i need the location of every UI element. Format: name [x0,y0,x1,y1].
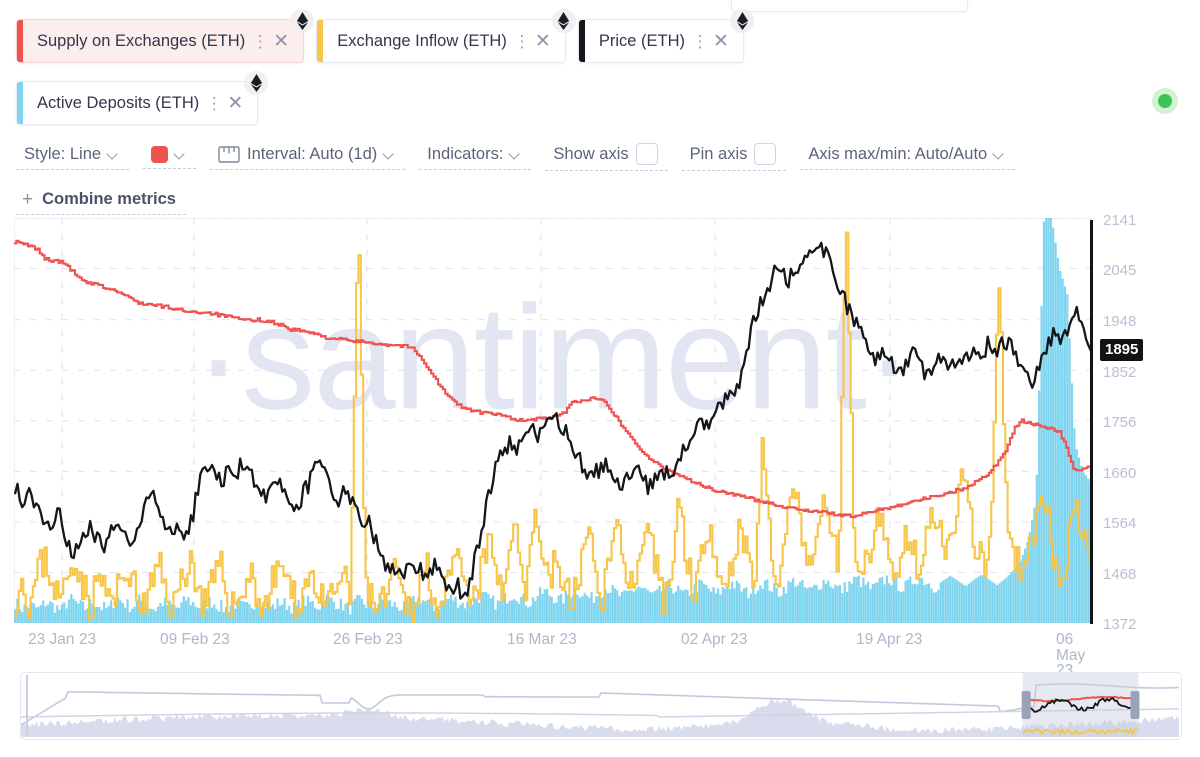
kebab-menu-icon[interactable]: ⋮ [251,33,269,50]
y-axis-tick: 2045 [1103,262,1137,280]
kebab-menu-icon[interactable]: ⋮ [691,33,709,50]
interval-selector[interactable]: Interval: Auto (1d) [210,142,406,170]
metric-chip-label: Active Deposits (ETH) [37,93,200,112]
y-axis-tick: 2141 [1103,212,1137,229]
chevron-down-icon [108,149,119,160]
range-navigator[interactable] [20,672,1182,740]
indicators-label: Indicators: [427,144,504,163]
y-axis-tick: 1948 [1103,313,1137,331]
ethereum-icon [730,9,755,33]
show-axis-label: Show axis [553,144,629,163]
axis-minmax-selector[interactable]: Axis max/min: Auto/Auto [800,142,1016,170]
axis-minmax-label: Axis max/min: Auto/Auto [808,144,988,163]
y-axis-tick: 1852 [1103,363,1137,381]
pin-axis-label: Pin axis [689,144,748,163]
close-icon[interactable]: ✕ [531,32,555,51]
metric-chip-label: Price (ETH) [598,31,686,50]
metric-chip-row-2: Active Deposits (ETH) ⋮ ✕ [0,63,1200,125]
chart-plot-area[interactable]: ·santiment· [14,218,1092,623]
y-axis-tick: 1564 [1103,515,1137,533]
y-axis-tick: 1468 [1103,565,1137,583]
metric-chip-exchange-inflow[interactable]: Exchange Inflow (ETH) ⋮ ✕ [316,9,576,63]
combine-metrics-label: Combine metrics [42,190,176,208]
navigator-svg [21,673,1180,737]
metric-chip-supply-on-exchanges[interactable]: Supply on Exchanges (ETH) ⋮ ✕ [16,9,315,63]
style-label: Style: Line [24,144,102,163]
x-axis-tick: 26 Feb 23 [333,631,403,648]
y-axis-line [1090,220,1093,624]
navigator-history-area [21,698,1179,737]
color-swatch [151,145,169,163]
nav-left-handle[interactable] [1021,691,1031,719]
x-axis-tick: 16 Mar 23 [507,631,577,648]
metric-chip-bar: Supply on Exchanges (ETH) ⋮ ✕ Exchange I… [0,0,1200,125]
ethereum-icon [244,71,269,95]
y-axis-tick: 1756 [1103,414,1137,432]
chevron-down-icon [175,149,186,160]
y-axis-current-value: 1895 [1100,339,1144,362]
metric-chip-label: Exchange Inflow (ETH) [337,31,507,50]
metric-chip-partial[interactable] [731,0,968,12]
pin-axis-checkbox[interactable] [754,143,777,165]
chevron-down-icon [994,149,1005,160]
metric-chip-price[interactable]: Price (ETH) ⋮ ✕ [577,9,755,63]
pin-axis-toggle[interactable]: Pin axis [681,140,787,171]
metric-chip-active-deposits[interactable]: Active Deposits (ETH) ⋮ ✕ [16,71,269,125]
ethereum-icon [290,9,315,33]
chevron-down-icon [384,149,395,160]
y-axis: 2141 2045 1948 1852 1756 1660 1564 1468 1372 1895 [1090,212,1200,632]
combine-metrics-button[interactable]: + Combine metrics [16,187,186,215]
x-axis-tick: 23 Jan 23 [28,631,97,648]
chart-toolbar: Style: Line Interval: Auto (1d) Indicato… [16,140,1186,215]
show-axis-toggle[interactable]: Show axis [545,140,668,171]
kebab-menu-icon[interactable]: ⋮ [513,33,531,50]
close-icon[interactable]: ✕ [269,32,293,51]
live-status-dot [1152,88,1178,114]
chart-svg: ·santiment· [14,218,1092,623]
status-dot-core [1158,94,1172,108]
plus-icon: + [22,189,34,210]
close-icon[interactable]: ✕ [223,94,247,113]
kebab-menu-icon[interactable]: ⋮ [205,95,223,112]
nav-right-handle[interactable] [1130,691,1140,719]
chevron-down-icon [510,149,521,160]
y-axis-tick: 1660 [1103,464,1137,482]
ethereum-icon [551,9,576,33]
x-axis: 23 Jan 23 09 Feb 23 26 Feb 23 16 Mar 23 02 A… [14,631,1092,678]
show-axis-checkbox[interactable] [635,143,658,165]
ruler-icon [218,145,240,163]
style-selector[interactable]: Style: Line [16,142,130,170]
indicators-selector[interactable]: Indicators: [419,142,532,170]
close-icon[interactable]: ✕ [709,32,733,51]
metric-chip-row-1: Supply on Exchanges (ETH) ⋮ ✕ Exchange I… [0,0,1200,63]
navigator-history-line-2 [21,708,1179,718]
interval-label: Interval: Auto (1d) [247,144,378,163]
color-selector[interactable] [143,143,197,169]
metric-chip-label: Supply on Exchanges (ETH) [37,31,246,50]
x-axis-tick: 09 Feb 23 [160,631,230,648]
x-axis-tick: 19 Apr 23 [856,631,923,648]
x-axis-tick: 02 Apr 23 [681,631,748,648]
y-axis-tick: 1372 [1103,616,1137,633]
